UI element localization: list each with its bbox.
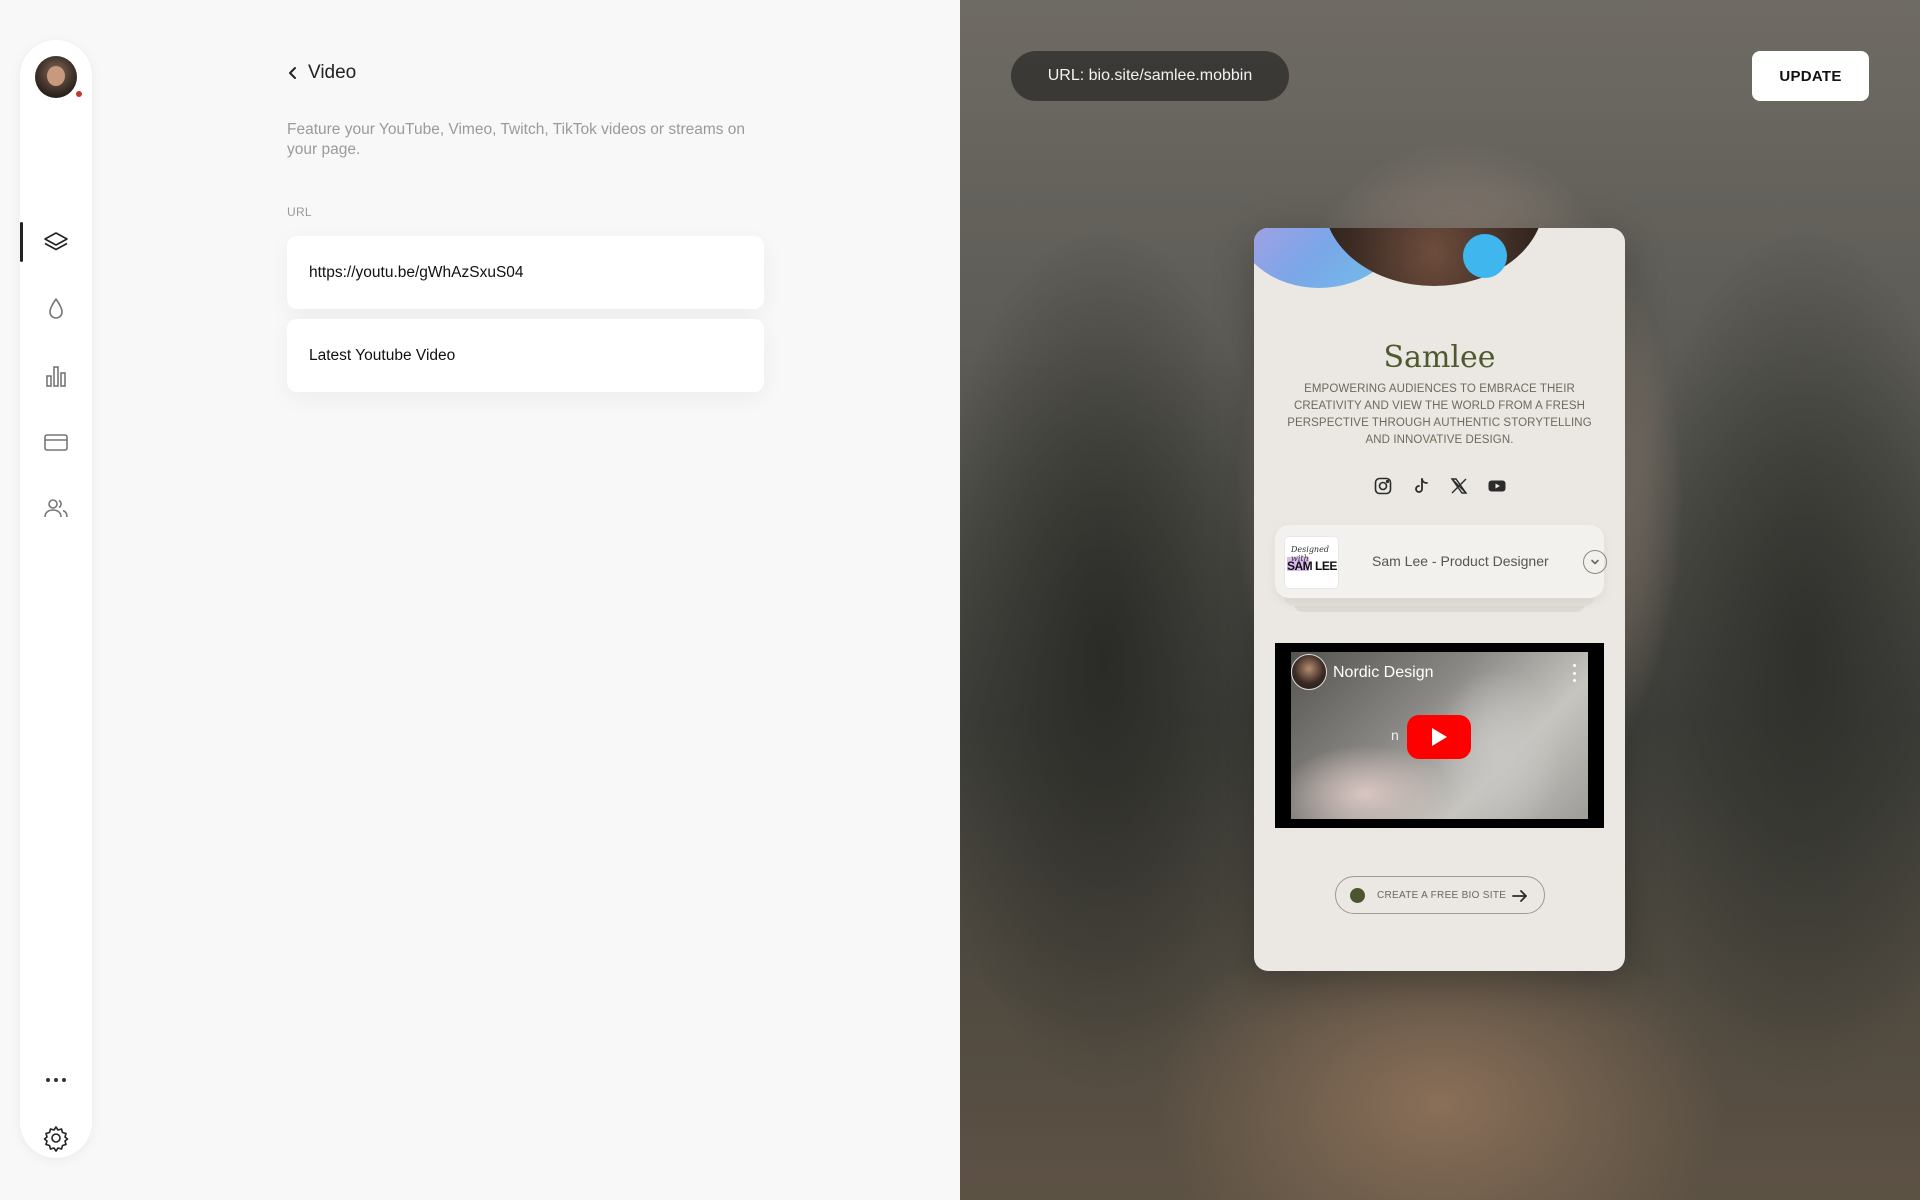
social-tiktok[interactable] bbox=[1410, 475, 1432, 497]
status-dot bbox=[75, 90, 83, 98]
credit-card-icon bbox=[44, 434, 68, 451]
cta-label: CREATE A FREE BIO SITE bbox=[1377, 890, 1507, 901]
sidebar-item-audience[interactable] bbox=[20, 486, 92, 530]
title-input[interactable] bbox=[309, 346, 764, 365]
play-icon bbox=[1432, 728, 1447, 746]
social-links bbox=[1254, 475, 1625, 497]
social-instagram[interactable] bbox=[1372, 475, 1394, 497]
instagram-icon bbox=[1374, 477, 1391, 495]
profile-banner bbox=[1254, 228, 1625, 298]
profile-bio: Empowering audiences to embrace their cr… bbox=[1287, 383, 1592, 446]
site-url-pill[interactable]: URL: bio.site/samlee.mobbin bbox=[1011, 51, 1289, 101]
tiktok-icon bbox=[1414, 478, 1428, 493]
avatar[interactable] bbox=[35, 56, 77, 98]
section-description: Feature your YouTube, Vimeo, Twitch, Tik… bbox=[287, 121, 746, 158]
more-icon bbox=[46, 1078, 66, 1082]
youtube-icon bbox=[1488, 480, 1505, 492]
expand-button[interactable] bbox=[1583, 550, 1607, 574]
x-icon bbox=[1450, 478, 1467, 494]
profile-name: Samlee bbox=[1383, 340, 1496, 375]
phone-preview: Samlee Empowering audiences to embrace t… bbox=[1254, 228, 1625, 971]
sidebar bbox=[20, 40, 92, 1158]
arrow-right-icon bbox=[1512, 890, 1527, 902]
layers-icon bbox=[44, 232, 68, 251]
sidebar-item-analytics[interactable] bbox=[20, 354, 92, 398]
bar-chart-icon bbox=[46, 366, 66, 387]
users-icon bbox=[44, 499, 68, 518]
link-thumbnail: Designed with SAM LEE bbox=[1285, 537, 1338, 588]
banner-bubble bbox=[1463, 234, 1507, 278]
chevron-left-icon bbox=[289, 67, 296, 79]
url-field-container bbox=[287, 236, 764, 309]
social-youtube[interactable] bbox=[1486, 475, 1508, 497]
back-button[interactable]: Video bbox=[286, 62, 356, 84]
update-button[interactable]: UPDATE bbox=[1752, 51, 1869, 101]
video-menu-icon[interactable] bbox=[1571, 664, 1577, 682]
title-field-container bbox=[287, 319, 764, 392]
video-embed[interactable]: Nordic Design n o m bbox=[1275, 643, 1604, 828]
settings-button[interactable] bbox=[20, 1116, 92, 1160]
sidebar-item-layers[interactable] bbox=[20, 220, 92, 264]
social-x[interactable] bbox=[1448, 475, 1470, 497]
thumbnail-name-text: SAM LEE bbox=[1287, 559, 1337, 573]
sidebar-item-billing[interactable] bbox=[20, 420, 92, 464]
page-title: Video bbox=[308, 62, 357, 83]
droplet-icon bbox=[49, 298, 63, 319]
link-card[interactable]: Designed with SAM LEE Sam Lee - Product … bbox=[1275, 525, 1607, 598]
create-bio-site-button[interactable]: CREATE A FREE BIO SITE bbox=[1335, 876, 1545, 914]
play-button[interactable] bbox=[1407, 715, 1471, 759]
sidebar-item-design[interactable] bbox=[20, 287, 92, 331]
video-title: Nordic Design bbox=[1333, 664, 1434, 681]
more-button[interactable] bbox=[20, 1058, 92, 1102]
gear-icon bbox=[43, 1126, 69, 1152]
url-input[interactable] bbox=[309, 263, 764, 282]
bio-site-logo-icon bbox=[1350, 888, 1365, 903]
link-card-title: Sam Lee - Product Designer bbox=[1372, 553, 1549, 569]
chevron-down-icon bbox=[1591, 559, 1599, 565]
channel-avatar bbox=[1291, 654, 1327, 690]
url-label: URL bbox=[287, 205, 312, 219]
video-thumbnail: Nordic Design n o m bbox=[1291, 652, 1588, 819]
